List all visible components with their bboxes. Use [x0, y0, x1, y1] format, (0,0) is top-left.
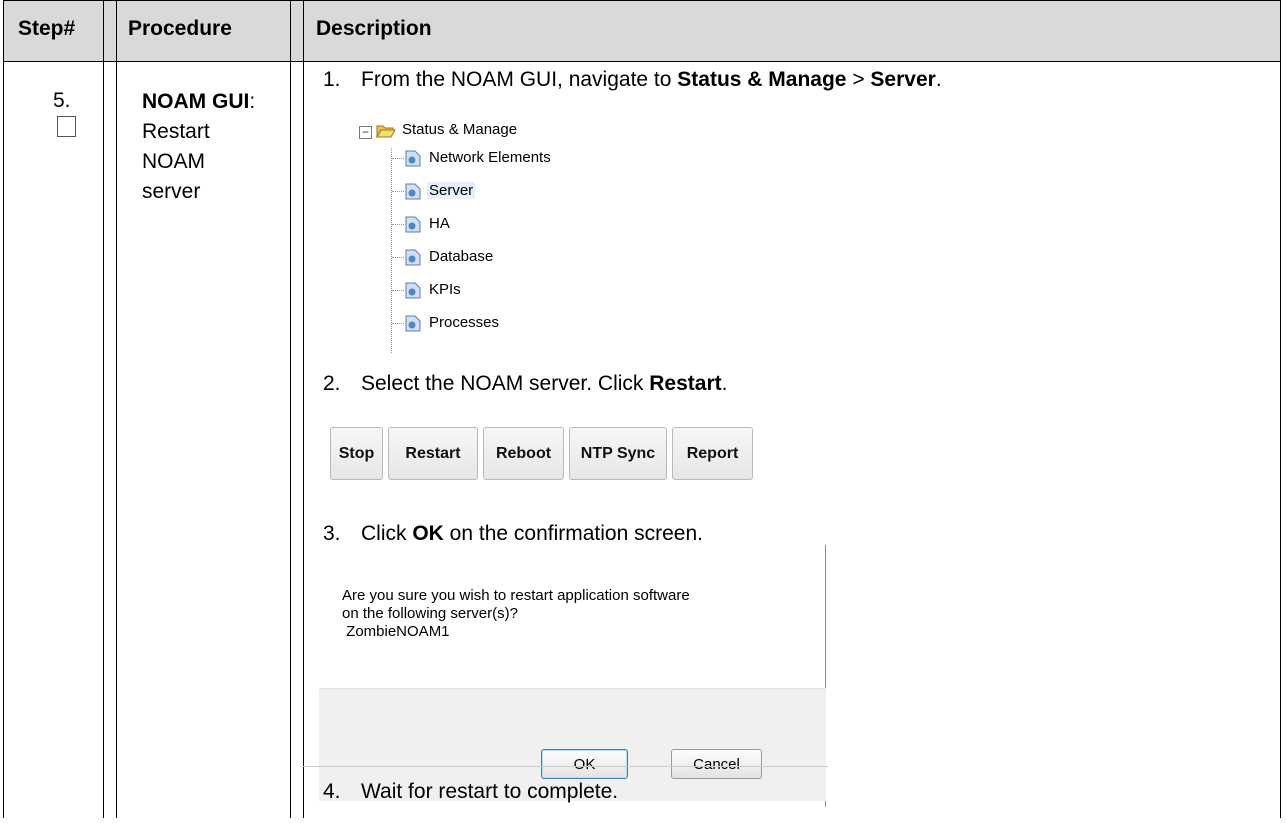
step-item-text: Wait for restart to complete.: [361, 780, 619, 803]
page-icon: [405, 150, 421, 167]
tree-connector: [392, 323, 404, 324]
header-procedure: Procedure: [128, 17, 232, 40]
page-icon: [405, 183, 421, 200]
tree-item-label: HA: [429, 215, 450, 232]
border-left: [3, 0, 4, 818]
tree-item-label: Processes: [429, 314, 500, 331]
step-item-2: 2. Select the NOAM server. Click Restart.: [323, 372, 727, 396]
page-icon: [405, 249, 421, 266]
tree-connector: [392, 290, 404, 291]
step-item-3: 3. Click OK on the confirmation screen.: [323, 522, 703, 546]
tree-item-label: Network Elements: [429, 149, 551, 166]
step-item-4: 4. Wait for restart to complete.: [323, 780, 618, 804]
reboot-button[interactable]: Reboot: [483, 427, 564, 480]
restart-button[interactable]: Restart: [388, 427, 478, 480]
header-description: Description: [316, 17, 432, 40]
tree-root-label[interactable]: Status & Manage: [402, 121, 517, 138]
tree-item-label: Server: [427, 182, 476, 199]
procedure-title: NOAM GUI: [142, 90, 250, 113]
cancel-button[interactable]: Cancel: [671, 749, 762, 779]
page-icon: [405, 282, 421, 299]
step-item-number: 3.: [323, 522, 341, 545]
border-top: [3, 0, 1281, 1]
step-item-number: 1.: [323, 68, 341, 91]
col-divider-2: [116, 0, 117, 818]
procedure-text: NOAM GUI: Restart NOAM server: [142, 87, 292, 207]
step-item-text: >: [846, 68, 871, 91]
col-divider-4: [303, 0, 304, 818]
step-item-number: 2.: [323, 372, 341, 395]
step-item-bold: OK: [412, 522, 444, 545]
dialog-message: Are you sure you wish to restart applica…: [342, 587, 690, 641]
tree-item-label: Database: [429, 248, 494, 265]
page-icon: [405, 315, 421, 332]
procedure-line-3: server: [142, 180, 201, 203]
tree-connector: [392, 224, 404, 225]
step-number: 5.: [53, 89, 71, 112]
dialog-bottom-edge: [303, 766, 828, 767]
procedure-line-1: Restart: [142, 120, 210, 143]
dialog-message-line: on the following server(s)?: [342, 605, 518, 622]
header-step: Step#: [18, 17, 76, 40]
stop-button[interactable]: Stop: [330, 427, 383, 480]
step-item-bold: Restart: [649, 372, 722, 395]
step-item-bold: Status & Manage: [677, 68, 847, 91]
step-item-text: .: [721, 372, 728, 395]
procedure-table: Step# Procedure Description 5. NOAM GUI:…: [3, 0, 1281, 818]
tree-connector: [392, 191, 404, 192]
step-item-text: From the NOAM GUI, navigate to: [361, 68, 678, 91]
dialog-server-name: ZombieNOAM1: [342, 623, 450, 640]
step-item-number: 4.: [323, 780, 341, 803]
ok-button[interactable]: OK: [541, 749, 628, 779]
tree-connector: [392, 257, 404, 258]
procedure-colon: :: [249, 90, 256, 113]
header-divider: [3, 61, 1281, 62]
tree-connector: [392, 158, 404, 159]
tree-item-label: KPIs: [429, 281, 461, 298]
step-checkbox[interactable]: [57, 116, 76, 137]
step-item-text: Click: [361, 522, 413, 545]
navigation-tree: − Status & Manage Network Elements Serve…: [359, 118, 759, 358]
collapse-icon[interactable]: −: [359, 126, 372, 139]
border-right: [1280, 0, 1281, 818]
page-icon: [405, 216, 421, 233]
report-button[interactable]: Report: [672, 427, 753, 480]
dialog-message-line: Are you sure you wish to restart applica…: [342, 587, 690, 604]
step-item-bold: Server: [870, 68, 936, 91]
open-folder-icon: [376, 125, 396, 138]
step-item-text: Select the NOAM server. Click: [361, 372, 650, 395]
ntp-sync-button[interactable]: NTP Sync: [569, 427, 667, 480]
step-item-text: .: [935, 68, 942, 91]
step-item-text: on the confirmation screen.: [443, 522, 703, 545]
step-item-1: 1. From the NOAM GUI, navigate to Status …: [323, 68, 942, 92]
col-divider-1: [103, 0, 104, 818]
procedure-line-2: NOAM: [142, 150, 205, 173]
